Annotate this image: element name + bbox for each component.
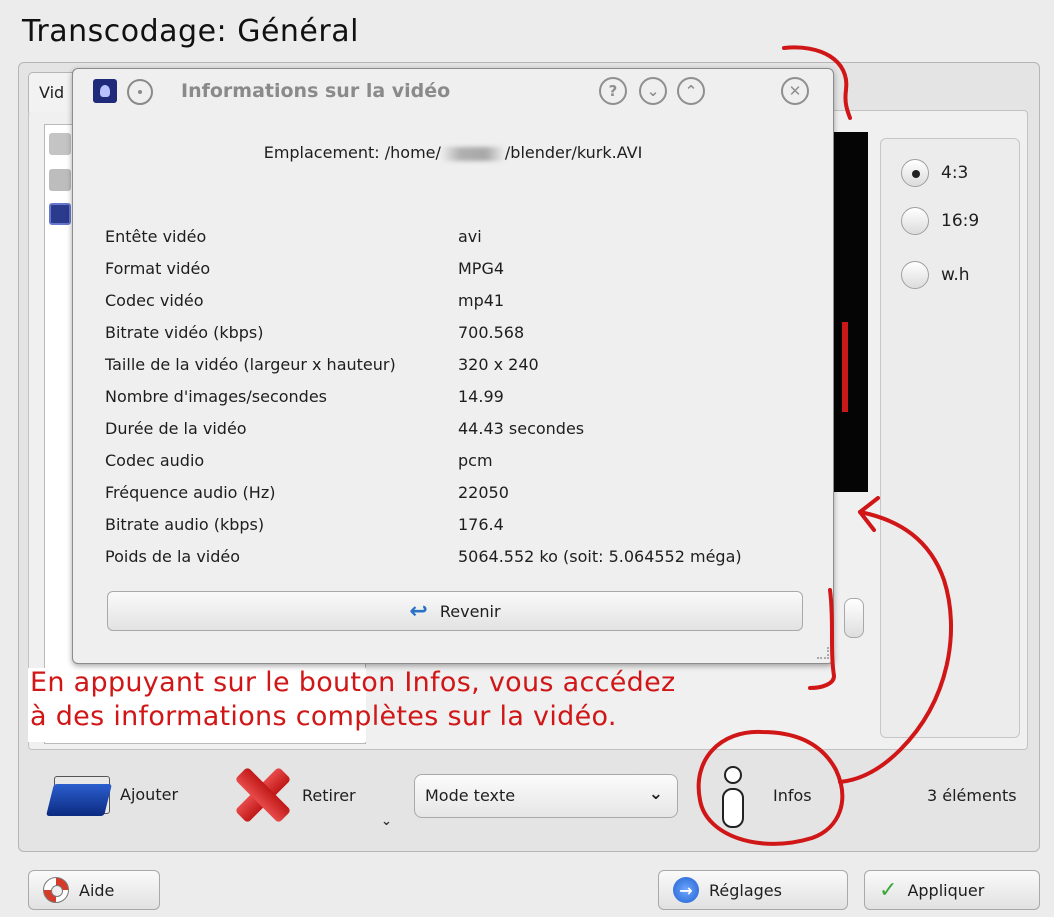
radio-unchecked-icon[interactable] [901, 261, 929, 289]
add-button[interactable]: Ajouter [46, 772, 179, 816]
window-title: Transcodage: Général [22, 14, 359, 49]
info-label: Durée de la vidéo [105, 419, 247, 438]
info-value: 5064.552 ko (soit: 5.064552 méga) [458, 547, 742, 566]
annotation-line-1: En appuyant sur le bouton Infos, vous ac… [30, 667, 676, 698]
info-value: mp41 [458, 291, 505, 310]
ratio-option-16-9[interactable]: 16:9 [901, 207, 979, 235]
checkmark-icon: ✓ [879, 877, 898, 903]
remove-x-icon [232, 764, 294, 826]
slider-handle[interactable] [844, 598, 864, 638]
info-value: pcm [458, 451, 493, 470]
settings-button-label: Réglages [709, 880, 782, 900]
chevron-down-icon: ⌄ [648, 784, 663, 804]
app-icon [93, 79, 117, 103]
info-label: Entête vidéo [105, 227, 207, 246]
arrow-right-icon: → [673, 877, 699, 903]
info-label: Nombre d'images/secondes [105, 387, 328, 406]
preview-red-strip [842, 322, 848, 412]
lifebuoy-icon [43, 877, 69, 903]
apply-button[interactable]: ✓ Appliquer [864, 870, 1040, 910]
ratio-label: 16:9 [941, 211, 980, 231]
info-value: 44.43 secondes [458, 419, 585, 438]
remove-button[interactable]: Retirer [232, 764, 356, 826]
file-location: Emplacement: /home/ /blender/kurk.AVI [73, 143, 833, 162]
video-preview [830, 132, 868, 492]
apply-button-label: Appliquer [907, 880, 985, 900]
dialog-title: Informations sur la vidéo [181, 80, 451, 102]
info-label: Taille de la vidéo (largeur x hauteur) [105, 355, 396, 374]
ratio-option-w-h[interactable]: w.h [901, 261, 970, 289]
file-item-3-selected[interactable] [49, 203, 71, 225]
annotation-text: En appuyant sur le bouton Infos, vous ac… [30, 666, 830, 734]
resize-grip-icon[interactable] [817, 647, 829, 659]
help-icon[interactable]: ? [599, 77, 627, 105]
location-suffix: /blender/kurk.AVI [504, 143, 643, 162]
info-label: Bitrate audio (kbps) [105, 515, 265, 534]
folder-icon [46, 772, 112, 816]
file-item-1[interactable] [49, 133, 71, 155]
infos-button-label[interactable]: Infos [773, 786, 812, 805]
item-count: 3 éléments [927, 786, 1017, 805]
settings-button[interactable]: → Réglages [658, 870, 848, 910]
radio-checked-icon[interactable] [901, 159, 929, 187]
maximize-icon[interactable]: ⌃ [677, 77, 705, 105]
back-arrow-icon: ↩ [409, 598, 428, 624]
help-button-label: Aide [79, 880, 115, 900]
info-label: Format vidéo [105, 259, 211, 278]
blurred-username [440, 146, 505, 161]
video-info-dialog: Informations sur la vidéo ? ⌄ ⌃ ✕ Emplac… [72, 68, 834, 664]
close-icon[interactable]: ✕ [781, 77, 809, 105]
radio-unchecked-icon[interactable] [901, 207, 929, 235]
dialog-titlebar[interactable]: Informations sur la vidéo ? ⌄ ⌃ ✕ [73, 69, 833, 113]
add-button-label: Ajouter [120, 784, 179, 804]
info-label: Poids de la vidéo [105, 547, 241, 566]
location-prefix: Emplacement: /home/ [263, 143, 441, 162]
info-label: Fréquence audio (Hz) [105, 483, 276, 502]
aspect-ratio-group: 4:3 16:9 w.h [880, 138, 1020, 738]
back-button-label: Revenir [439, 601, 501, 621]
info-value: 176.4 [458, 515, 504, 534]
mode-select-value: Mode texte [425, 786, 516, 805]
info-label: Bitrate vidéo (kbps) [105, 323, 264, 342]
remove-button-label: Retirer [302, 785, 356, 805]
info-value: 14.99 [458, 387, 504, 406]
pin-icon[interactable] [127, 79, 153, 105]
chevron-down-icon[interactable]: ⌄ [381, 814, 392, 829]
info-value: MPG4 [458, 259, 505, 278]
info-label: Codec vidéo [105, 291, 204, 310]
annotation-line-2: à des informations complètes sur la vidé… [30, 701, 617, 732]
file-item-2[interactable] [49, 169, 71, 191]
ratio-label: 4:3 [941, 163, 969, 183]
ratio-label: w.h [941, 265, 970, 285]
minimize-icon[interactable]: ⌄ [639, 77, 667, 105]
info-icon[interactable] [720, 766, 746, 830]
help-button[interactable]: Aide [28, 870, 160, 910]
info-value: 22050 [458, 483, 509, 502]
info-value: avi [458, 227, 482, 246]
back-button[interactable]: ↩ Revenir [107, 591, 803, 631]
info-value: 700.568 [458, 323, 525, 342]
info-label: Codec audio [105, 451, 205, 470]
mode-select[interactable]: Mode texte ⌄ [414, 774, 678, 818]
ratio-option-4-3[interactable]: 4:3 [901, 159, 968, 187]
info-value: 320 x 240 [458, 355, 539, 374]
